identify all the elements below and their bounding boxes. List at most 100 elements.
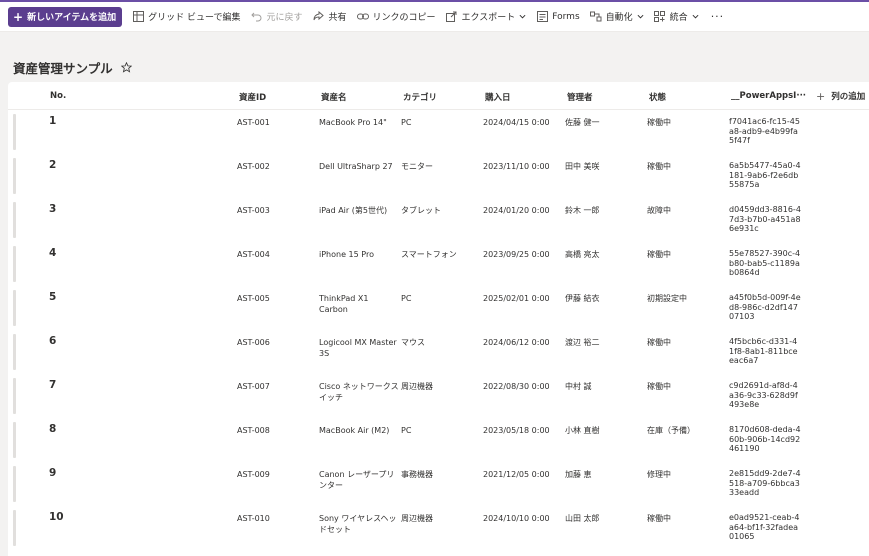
cell-category: 周辺機器 <box>401 514 433 523</box>
cell-manager: 高橋 亮太 <box>565 250 600 259</box>
cell-status: 稼働中 <box>647 338 671 347</box>
cell-purchase-date: 2021/12/05 0:00 <box>483 470 550 479</box>
table-row[interactable]: 2 AST-002 Dell UltraSharp 27 モニター 2023/1… <box>8 155 869 199</box>
cell-asset-id: AST-009 <box>237 470 270 479</box>
cell-status: 稼働中 <box>647 514 671 523</box>
cell-asset-name: MacBook Air (M2) <box>319 426 390 435</box>
automate-button[interactable]: 自動化 <box>589 7 644 27</box>
forms-button[interactable]: Forms <box>536 7 580 27</box>
cell-manager: 山田 太郎 <box>565 514 600 523</box>
table-row[interactable]: 6 AST-006 Logicool MX Master 3S マウス 2024… <box>8 331 869 375</box>
table-row[interactable]: 8 AST-008 MacBook Air (M2) PC 2023/05/18… <box>8 419 869 463</box>
cell-purchase-date: 2024/04/15 0:00 <box>483 118 550 127</box>
cell-asset-name: iPad Air (第5世代) <box>319 206 388 215</box>
row-select-handle[interactable] <box>13 466 16 502</box>
add-column-button[interactable]: + 列の追加 <box>816 90 865 103</box>
cell-category: PC <box>401 426 412 435</box>
cell-manager: 小林 直樹 <box>565 426 600 435</box>
row-select-handle[interactable] <box>13 378 16 414</box>
integrate-icon <box>654 11 666 23</box>
list-header: 資産管理サンプル <box>13 58 132 77</box>
row-select-handle[interactable] <box>13 510 16 546</box>
row-select-handle[interactable] <box>13 202 16 238</box>
row-select-handle[interactable] <box>13 422 16 458</box>
cell-asset-name: ThinkPad X1 Carbon <box>319 294 369 314</box>
grid-icon <box>132 11 144 23</box>
link-icon <box>356 11 369 23</box>
chevron-down-icon <box>519 14 526 19</box>
automate-icon <box>589 11 602 23</box>
chevron-down-icon <box>692 14 699 19</box>
cell-asset-name: Dell UltraSharp 27 <box>319 162 393 171</box>
cell-no: 7 <box>49 379 57 391</box>
cell-powerapps-id: 2e815dd9-2de7-4518-a709-6bbca333eadd <box>729 469 801 497</box>
cell-asset-name: MacBook Pro 14" <box>319 118 387 127</box>
cell-asset-name: Sony ワイヤレスヘッドセット <box>319 514 397 534</box>
star-icon[interactable] <box>120 62 132 73</box>
cell-manager: 田中 美咲 <box>565 162 600 171</box>
column-header-category[interactable]: カテゴリ <box>403 91 437 103</box>
table-row[interactable]: 7 AST-007 Cisco ネットワークスイッチ 周辺機器 2022/08/… <box>8 375 869 419</box>
cell-manager: 中村 誠 <box>565 382 592 391</box>
column-header-status[interactable]: 状態 <box>649 91 666 103</box>
cell-category: 周辺機器 <box>401 382 433 391</box>
cell-category: マウス <box>401 338 425 347</box>
list-view: No. 資産ID 資産名 カテゴリ 購入日 管理者 状態 __PowerApps… <box>8 82 869 556</box>
cell-asset-id: AST-002 <box>237 162 270 171</box>
forms-label: Forms <box>552 11 580 22</box>
column-header-asset-name[interactable]: 資産名 <box>321 91 347 103</box>
cell-category: 事務機器 <box>401 470 433 479</box>
cell-powerapps-id: f7041ac6-fc15-45a8-adb9-e4b99fa5f47f <box>729 117 800 145</box>
cell-no: 5 <box>49 291 57 303</box>
cell-asset-id: AST-003 <box>237 206 270 215</box>
cell-asset-id: AST-006 <box>237 338 270 347</box>
copy-link-button[interactable]: リンクのコピー <box>356 7 436 27</box>
cell-purchase-date: 2025/02/01 0:00 <box>483 294 550 303</box>
cell-purchase-date: 2023/09/25 0:00 <box>483 250 550 259</box>
export-icon <box>446 11 458 23</box>
column-header-purchase-date[interactable]: 購入日 <box>485 91 511 103</box>
cell-no: 8 <box>49 423 57 435</box>
forms-icon <box>536 11 548 23</box>
cell-no: 4 <box>49 247 57 259</box>
table-row[interactable]: 1 AST-001 MacBook Pro 14" PC 2024/04/15 … <box>8 111 869 155</box>
command-bar: + 新しいアイテムを追加 グリッド ビューで編集 元に戻す 共有 リンクのコピー… <box>0 0 869 32</box>
row-select-handle[interactable] <box>13 246 16 282</box>
cell-asset-id: AST-010 <box>237 514 270 523</box>
cell-status: 稼働中 <box>647 250 671 259</box>
more-options-button[interactable]: ··· <box>711 10 725 23</box>
new-item-button[interactable]: + 新しいアイテムを追加 <box>8 6 123 27</box>
column-header-manager[interactable]: 管理者 <box>567 91 593 103</box>
column-header-no[interactable]: No. <box>50 91 66 101</box>
cell-asset-id: AST-008 <box>237 426 270 435</box>
table-row[interactable]: 3 AST-003 iPad Air (第5世代) タブレット 2024/01/… <box>8 199 869 243</box>
row-select-handle[interactable] <box>13 290 16 326</box>
grid-view-button[interactable]: グリッド ビューで編集 <box>132 7 241 27</box>
column-header-asset-id[interactable]: 資産ID <box>239 91 266 103</box>
export-button[interactable]: エクスポート <box>446 7 527 27</box>
cell-status: 修理中 <box>647 470 671 479</box>
row-select-handle[interactable] <box>13 114 16 150</box>
row-select-handle[interactable] <box>13 158 16 194</box>
table-row[interactable]: 4 AST-004 iPhone 15 Pro スマートフォン 2023/09/… <box>8 243 869 287</box>
cell-category: PC <box>401 294 412 303</box>
cell-powerapps-id: 55e78527-390c-4b80-bab5-c1189ab0864d <box>729 249 801 277</box>
cell-powerapps-id: c9d2691d-af8d-4a36-9c33-628d9f493e8e <box>729 381 798 409</box>
integrate-button[interactable]: 統合 <box>654 7 699 27</box>
table-row[interactable]: 9 AST-009 Canon レーザープリンター 事務機器 2021/12/0… <box>8 463 869 507</box>
cell-status: 初期設定中 <box>647 294 687 303</box>
cell-status: 稼働中 <box>647 118 671 127</box>
cell-asset-name: Logicool MX Master 3S <box>319 338 397 358</box>
cell-category: PC <box>401 118 412 127</box>
column-header-powerapps[interactable]: __PowerAppsI··· <box>731 91 806 101</box>
table-row[interactable]: 5 AST-005 ThinkPad X1 Carbon PC 2025/02/… <box>8 287 869 331</box>
cell-no: 10 <box>49 511 64 523</box>
undo-button[interactable]: 元に戻す <box>251 7 303 27</box>
share-button[interactable]: 共有 <box>313 7 347 27</box>
page-title: 資産管理サンプル <box>13 61 113 76</box>
table-row[interactable]: 10 AST-010 Sony ワイヤレスヘッドセット 周辺機器 2024/10… <box>8 507 869 551</box>
row-select-handle[interactable] <box>13 334 16 370</box>
cell-asset-name: iPhone 15 Pro <box>319 250 374 259</box>
plus-icon: + <box>816 90 826 103</box>
undo-label: 元に戻す <box>266 13 303 23</box>
